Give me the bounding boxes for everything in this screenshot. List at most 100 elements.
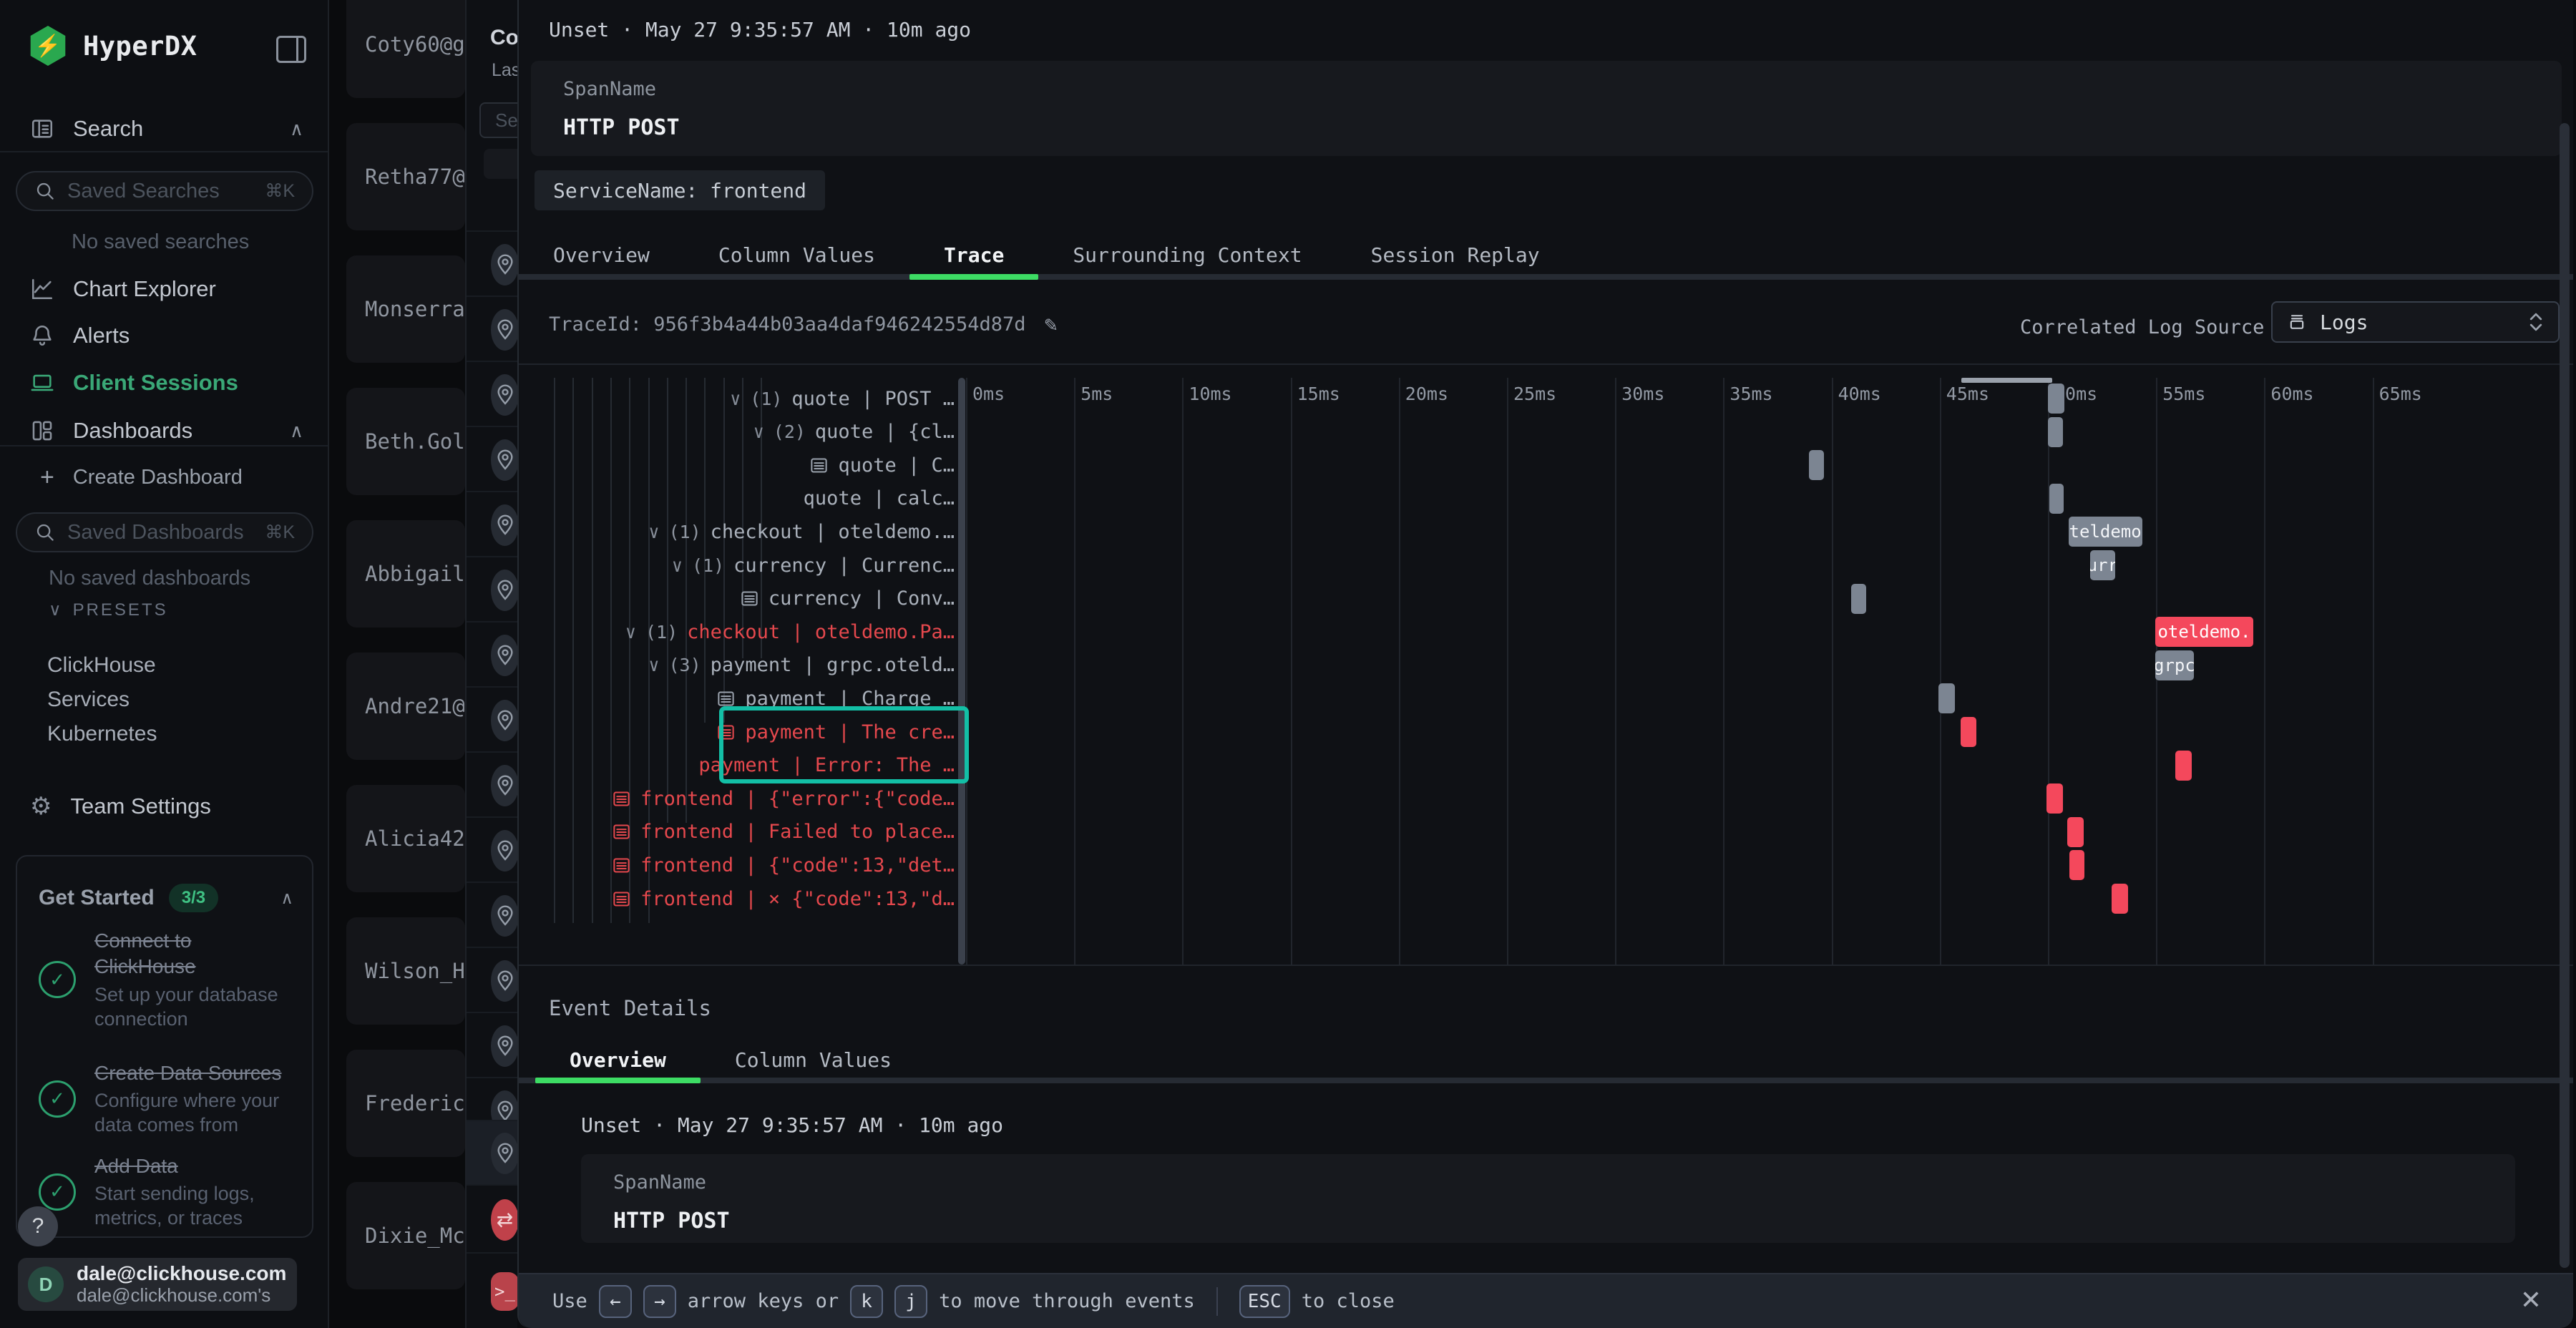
sidebar-item-chart-explorer[interactable]: Chart Explorer — [0, 266, 329, 312]
trace-tree-row[interactable]: ∨(1)checkout | oteldemo.… — [547, 517, 955, 546]
chevron-up-icon[interactable]: ∧ — [290, 118, 303, 140]
session-event-row[interactable] — [467, 751, 517, 818]
sidebar-item-client-sessions[interactable]: Client Sessions — [0, 360, 329, 406]
help-button[interactable]: ? — [18, 1206, 58, 1246]
chevron-up-icon[interactable]: ∧ — [290, 420, 303, 442]
tab-column-values[interactable]: Column Values — [701, 1041, 926, 1078]
edit-icon[interactable]: ✎ — [1044, 312, 1057, 337]
session-card[interactable]: Dixie_Mc — [346, 1182, 465, 1289]
span-duration-bar[interactable] — [2175, 751, 2192, 781]
session-event-row[interactable] — [467, 621, 517, 688]
session-search-input[interactable]: Se — [479, 102, 517, 138]
key-arrow-right[interactable]: → — [643, 1285, 676, 1318]
session-event-row[interactable] — [467, 816, 517, 883]
log-event-marker[interactable] — [1938, 683, 1955, 713]
tab-session-replay[interactable]: Session Replay — [1337, 236, 1574, 273]
get-started-item[interactable]: ✓Create Data SourcesConfigure where your… — [39, 1060, 293, 1138]
session-event-row[interactable] — [467, 1120, 517, 1186]
key-arrow-left[interactable]: ← — [599, 1285, 632, 1318]
brand[interactable]: ⚡ HyperDX — [29, 26, 197, 66]
chevron-down-icon[interactable]: ∨ — [648, 655, 659, 675]
trace-tree-row[interactable]: frontend | × {"code":13,"d… — [547, 884, 955, 913]
session-event-row[interactable] — [467, 361, 517, 427]
session-event-row[interactable]: >_ — [467, 1252, 517, 1328]
preset-link-clickhouse[interactable]: ClickHouse — [47, 653, 156, 678]
trace-tree-row[interactable]: ∨(2)quote | {cl… — [547, 418, 955, 446]
preset-link-kubernetes[interactable]: Kubernetes — [47, 722, 157, 746]
trace-tree-row[interactable]: ∨(1)quote | POST … — [547, 384, 955, 413]
session-card[interactable]: Abbigail — [346, 520, 465, 628]
key-esc[interactable]: ESC — [1239, 1285, 1290, 1318]
session-event-row[interactable] — [467, 556, 517, 622]
chevron-down-icon[interactable]: ∨ — [753, 421, 764, 442]
key-j[interactable]: j — [894, 1285, 927, 1318]
log-event-marker[interactable] — [1809, 450, 1824, 480]
session-event-row[interactable] — [467, 686, 517, 753]
sidebar-item-dashboards[interactable]: Dashboards∧ — [0, 408, 329, 454]
tab-overview[interactable]: Overview — [519, 236, 684, 273]
close-icon[interactable]: ✕ — [2520, 1285, 2542, 1315]
log-event-marker[interactable] — [2069, 850, 2084, 880]
user-menu[interactable]: D dale@clickhouse.com dale@clickhouse.co… — [18, 1258, 297, 1311]
tree-scrollbar[interactable] — [958, 378, 965, 965]
create-dashboard-button[interactable]: + Create Dashboard — [0, 454, 329, 500]
span-duration-bar[interactable] — [2049, 484, 2064, 514]
chevron-down-icon[interactable]: ∨ — [672, 555, 683, 576]
log-event-marker[interactable] — [2112, 884, 2128, 914]
session-event-row[interactable] — [467, 1012, 517, 1078]
chevron-down-icon[interactable]: ∨ — [648, 522, 659, 542]
span-duration-bar[interactable]: oteldemo. — [2155, 617, 2254, 647]
chevron-down-icon[interactable]: ∨ — [625, 622, 636, 643]
get-started-item[interactable]: ✓Connect to ClickHouseSet up your databa… — [39, 928, 293, 1031]
presets-toggle[interactable]: ∨ PRESETS — [49, 600, 168, 620]
trace-tree-row[interactable]: quote | C… — [547, 451, 955, 479]
session-card[interactable]: Frederic — [346, 1050, 465, 1157]
log-event-marker[interactable] — [1851, 584, 1866, 614]
trace-tree-row[interactable]: ∨(3)payment | grpc.oteld… — [547, 651, 955, 680]
chevron-down-icon[interactable]: ∨ — [730, 389, 741, 409]
log-source-select[interactable]: Logs — [2271, 301, 2560, 343]
log-event-marker[interactable] — [2067, 817, 2084, 847]
session-event-row[interactable] — [467, 491, 517, 557]
panel-scrollbar[interactable] — [2560, 123, 2570, 1268]
session-event-row[interactable] — [467, 296, 517, 362]
saved-searches-input[interactable]: Saved Searches ⌘K — [16, 171, 313, 211]
trace-tree-row[interactable]: quote | calc… — [547, 484, 955, 513]
tab-overview[interactable]: Overview — [535, 1041, 701, 1078]
sidebar-item-team-settings[interactable]: ⚙ Team Settings — [0, 783, 329, 829]
key-k[interactable]: k — [850, 1285, 883, 1318]
tab-column-values[interactable]: Column Values — [684, 236, 909, 273]
session-card[interactable]: Alicia42 — [346, 785, 465, 892]
session-event-row[interactable] — [467, 947, 517, 1013]
session-card[interactable]: Coty60@g — [346, 0, 465, 98]
span-duration-bar[interactable] — [2048, 417, 2063, 447]
session-event-row[interactable] — [467, 882, 517, 948]
session-rail-button[interactable] — [484, 149, 517, 179]
log-event-marker[interactable] — [2046, 783, 2063, 814]
span-duration-bar[interactable]: Curre — [2090, 550, 2115, 580]
sidebar-item-alerts[interactable]: Alerts — [0, 313, 329, 358]
saved-dashboards-input[interactable]: Saved Dashboards ⌘K — [16, 512, 313, 552]
trace-tree-row[interactable]: currency | Conv… — [547, 585, 955, 613]
session-event-row[interactable] — [467, 426, 517, 492]
trace-tree-row[interactable]: ∨(1)checkout | oteldemo.Pa… — [547, 617, 955, 646]
session-event-row[interactable] — [467, 230, 517, 297]
trace-tree-row[interactable]: frontend | Failed to place… — [547, 818, 955, 846]
session-card[interactable]: Beth.Gol — [346, 388, 465, 495]
tab-surrounding-context[interactable]: Surrounding Context — [1038, 236, 1336, 273]
sidebar-item-search[interactable]: Search ∧ — [0, 106, 329, 152]
span-duration-bar[interactable]: grpc — [2155, 650, 2194, 680]
sidebar-collapse-icon[interactable] — [276, 36, 306, 63]
span-duration-bar[interactable] — [2048, 384, 2064, 414]
preset-link-services[interactable]: Services — [47, 688, 130, 712]
trace-tree-row[interactable]: frontend | {"code":13,"det… — [547, 851, 955, 879]
trace-tree-row[interactable]: frontend | {"error":{"code… — [547, 784, 955, 813]
session-card[interactable]: Monserra — [346, 255, 465, 363]
trace-tree-row[interactable]: ∨(1)currency | Currenc… — [547, 551, 955, 580]
session-card[interactable]: Wilson_H — [346, 917, 465, 1025]
session-event-row[interactable]: ⇄ — [467, 1184, 517, 1254]
log-event-marker[interactable] — [1961, 717, 1977, 747]
service-name-chip[interactable]: ServiceName: frontend — [535, 170, 825, 210]
session-card[interactable]: Retha77@ — [346, 123, 465, 230]
span-duration-bar[interactable]: oteldemo. — [2069, 517, 2142, 547]
